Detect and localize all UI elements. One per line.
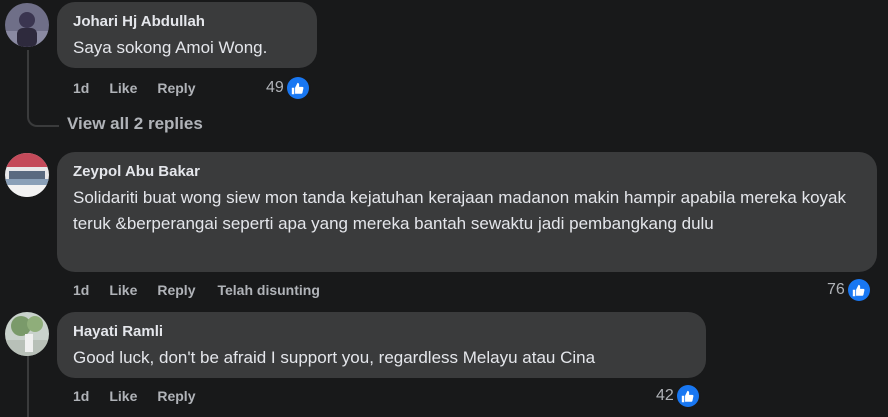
comment-bubble: Johari Hj Abdullah Saya sokong Amoi Wong…	[57, 2, 317, 68]
thumbs-up-icon	[847, 279, 870, 301]
comment-time[interactable]: 1d	[73, 386, 89, 406]
comment-time[interactable]: 1d	[73, 78, 89, 98]
comment-actions: 1d Like Reply	[73, 78, 195, 98]
reaction-count-text: 76	[827, 281, 845, 298]
reaction-count[interactable]: 76	[827, 279, 870, 301]
reaction-count[interactable]: 42	[656, 385, 699, 407]
thread-line	[27, 355, 29, 417]
reply-button[interactable]: Reply	[157, 386, 195, 406]
reaction-count-text: 42	[656, 387, 674, 404]
like-button[interactable]: Like	[109, 78, 137, 98]
comment-author[interactable]: Hayati Ramli	[73, 322, 692, 342]
comment-author[interactable]: Johari Hj Abdullah	[73, 12, 303, 32]
like-button[interactable]: Like	[109, 386, 137, 406]
avatar[interactable]	[5, 3, 49, 47]
replies-connector	[27, 100, 59, 127]
comment-text: Saya sokong Amoi Wong.	[73, 38, 268, 57]
comment-bubble: Zeypol Abu Bakar Solidariti buat wong si…	[57, 152, 877, 272]
comment-bubble: Hayati Ramli Good luck, don't be afraid …	[57, 312, 706, 378]
comment-actions: 1d Like Reply	[73, 386, 195, 406]
like-button[interactable]: Like	[109, 280, 137, 300]
reply-button[interactable]: Reply	[157, 280, 195, 300]
comment-time[interactable]: 1d	[73, 280, 89, 300]
thumbs-up-icon	[286, 77, 309, 99]
thumbs-up-icon	[676, 385, 699, 407]
comment-text: Good luck, don't be afraid I support you…	[73, 348, 596, 367]
avatar[interactable]	[5, 312, 49, 356]
avatar[interactable]	[5, 153, 49, 197]
edited-label[interactable]: Telah disunting	[217, 280, 319, 300]
comment-author[interactable]: Zeypol Abu Bakar	[73, 162, 863, 182]
comment-text: Solidariti buat wong siew mon tanda keja…	[73, 188, 847, 233]
reply-button[interactable]: Reply	[157, 78, 195, 98]
comment-actions: 1d Like Reply Telah disunting	[73, 280, 320, 300]
view-replies-link[interactable]: View all 2 replies	[67, 114, 203, 134]
reaction-count[interactable]: 49	[266, 77, 309, 99]
reaction-count-text: 49	[266, 79, 284, 96]
